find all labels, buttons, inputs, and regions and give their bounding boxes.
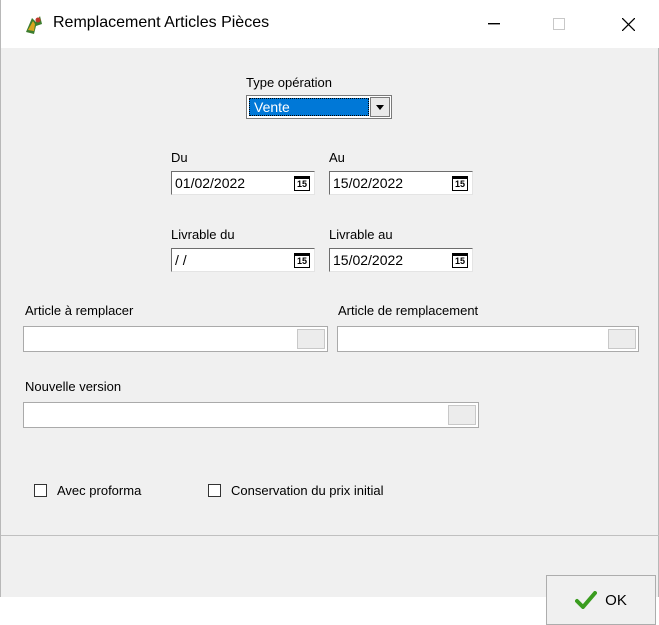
article-de-remplacement-label: Article de remplacement (338, 303, 479, 318)
app-icon (26, 16, 42, 34)
conservation-prix-label[interactable]: Conservation du prix initial (231, 483, 383, 498)
article-a-remplacer-field[interactable] (23, 326, 328, 352)
chevron-down-icon (376, 105, 384, 110)
avec-proforma-label[interactable]: Avec proforma (57, 483, 141, 498)
livrable-au-label: Livrable au (329, 227, 393, 242)
article-a-remplacer-label: Article à remplacer (25, 303, 134, 318)
nouvelle-version-label: Nouvelle version (25, 379, 122, 394)
article-de-remplacement-lookup-button[interactable] (608, 329, 636, 349)
minimize-icon (488, 23, 500, 25)
calendar-icon[interactable]: 15 (294, 253, 310, 268)
au-date-field[interactable]: 15/02/2022 15 (329, 171, 473, 195)
au-date-value: 15/02/2022 (333, 175, 404, 191)
article-a-remplacer-lookup-button[interactable] (297, 329, 325, 349)
title-bar: Remplacement Articles Pièces (1, 0, 659, 48)
livrable-au-date-value: 15/02/2022 (333, 252, 404, 268)
footer-separator (1, 535, 659, 536)
ok-label: OK (605, 591, 627, 609)
nouvelle-version-field[interactable] (23, 402, 479, 428)
du-date-field[interactable]: 01/02/2022 15 (171, 171, 315, 195)
article-de-remplacement-field[interactable] (337, 326, 639, 352)
livrable-du-label: Livrable du (171, 227, 235, 242)
minimize-button[interactable] (471, 0, 517, 48)
dropdown-button[interactable] (370, 97, 390, 117)
nouvelle-version-lookup-button[interactable] (448, 405, 476, 425)
livrable-au-date-field[interactable]: 15/02/2022 15 (329, 248, 473, 272)
calendar-icon[interactable]: 15 (452, 176, 468, 191)
conservation-prix-checkbox[interactable] (208, 484, 221, 497)
livrable-du-date-value: / / (175, 252, 187, 268)
calendar-icon[interactable]: 15 (294, 176, 310, 191)
livrable-du-date-field[interactable]: / / 15 (171, 248, 315, 272)
type-operation-value: Vente (249, 98, 369, 116)
au-label: Au (329, 150, 345, 165)
du-label: Du (171, 150, 188, 165)
dialog-window: Remplacement Articles Pièces Type opérat… (0, 0, 659, 625)
avec-proforma-checkbox[interactable] (34, 484, 47, 497)
ok-button[interactable]: OK (546, 575, 656, 625)
calendar-icon[interactable]: 15 (452, 253, 468, 268)
type-operation-label: Type opération (246, 75, 333, 90)
maximize-icon (553, 18, 565, 30)
window-title: Remplacement Articles Pièces (53, 14, 270, 31)
maximize-button[interactable] (536, 0, 582, 48)
du-date-value: 01/02/2022 (175, 175, 246, 191)
close-button[interactable] (605, 0, 651, 48)
checkmark-icon (575, 591, 598, 609)
close-icon (621, 17, 635, 31)
type-operation-select[interactable]: Vente (246, 95, 392, 119)
